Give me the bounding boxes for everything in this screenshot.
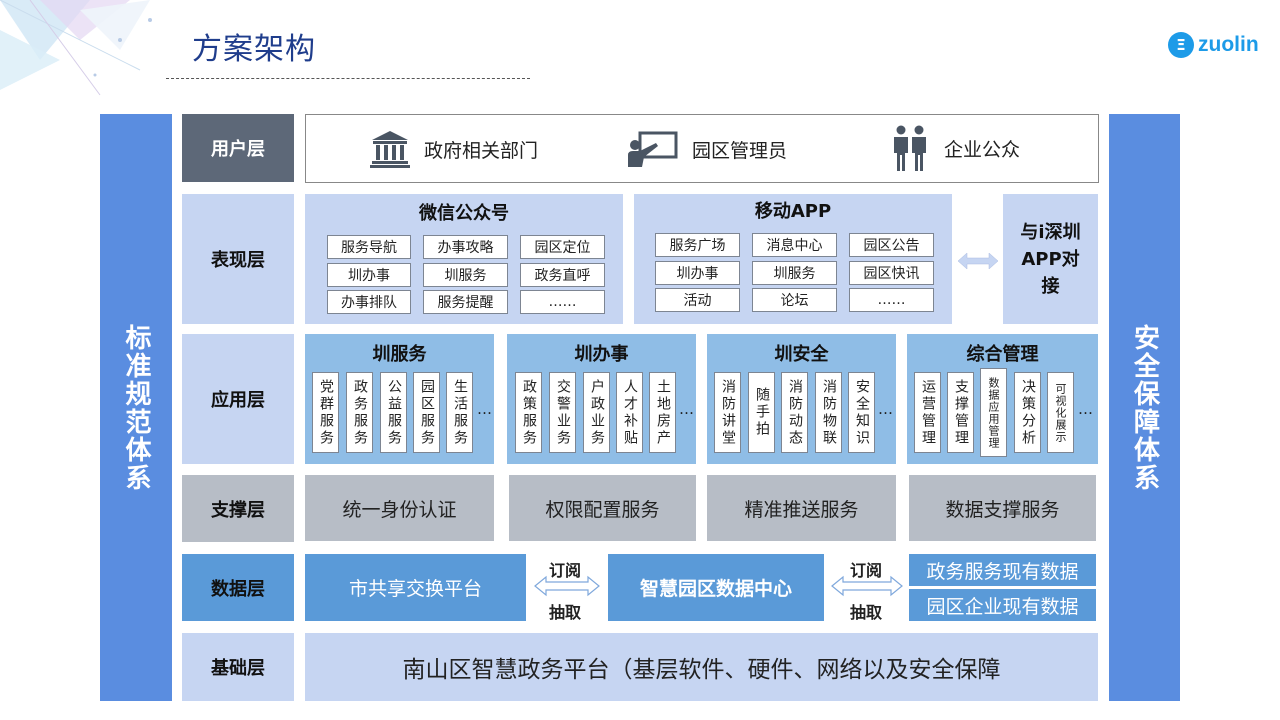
app-module[interactable]: 安全知识 xyxy=(848,372,875,453)
presenter-icon xyxy=(628,131,678,167)
extract-label: 抽取 xyxy=(850,603,883,622)
app-item[interactable]: 活动 xyxy=(655,288,740,312)
app-module[interactable]: 党群服务 xyxy=(312,372,339,453)
smart-park-data-center[interactable]: 智慧园区数据中心 xyxy=(608,554,824,621)
app-module[interactable]: 政策服务 xyxy=(515,372,542,453)
user-government-label: 政府相关部门 xyxy=(424,139,539,162)
app-module[interactable]: 生活服务 xyxy=(446,372,473,453)
wechat-item-more: …… xyxy=(520,290,605,314)
app-module[interactable]: 土地房产 xyxy=(649,372,676,453)
app-module[interactable]: 消防动态 xyxy=(781,372,808,453)
standards-system-bar: 标准规范体系 xyxy=(100,114,172,701)
app-module[interactable]: 交警业务 xyxy=(549,372,576,453)
app-item-more: …… xyxy=(849,288,934,312)
app-module[interactable]: 人才补贴 xyxy=(616,372,643,453)
layer-application: 应用层 xyxy=(182,334,294,464)
government-building-icon xyxy=(370,131,410,168)
brand-logo: Ξ zuolin xyxy=(1168,32,1259,58)
app-module[interactable]: 户政业务 xyxy=(583,372,610,453)
foundation-platform: 南山区智慧政务平台（基层软件、硬件、网络以及安全保障 xyxy=(305,633,1098,701)
app-item[interactable]: 园区快讯 xyxy=(849,261,934,285)
more-ellipsis: … xyxy=(1078,400,1093,418)
standards-system-label: 标准规范体系 xyxy=(121,323,151,492)
support-service[interactable]: 精准推送服务 xyxy=(707,475,896,541)
layer-support: 支撑层 xyxy=(182,475,294,542)
app-module[interactable]: 消防讲堂 xyxy=(714,372,741,453)
layer-data: 数据层 xyxy=(182,554,294,621)
app-module[interactable]: 政务服务 xyxy=(346,372,373,453)
app-module[interactable]: 可视化展示 xyxy=(1047,372,1074,453)
app-item[interactable]: 园区公告 xyxy=(849,233,934,257)
app-module[interactable]: 运营管理 xyxy=(914,372,941,453)
layer-presentation: 表现层 xyxy=(182,194,294,324)
city-exchange-platform[interactable]: 市共享交换平台 xyxy=(305,554,526,621)
user-enterprise-public-label: 企业公众 xyxy=(944,138,1021,161)
app-group-title: 综合管理 xyxy=(966,344,1039,365)
user-government: 政府相关部门 xyxy=(370,128,538,170)
corner-decoration xyxy=(0,0,152,96)
wechat-item[interactable]: 服务导航 xyxy=(327,235,411,259)
double-arrow-icon xyxy=(534,575,600,597)
more-ellipsis: … xyxy=(477,400,492,418)
park-enterprise-existing-data[interactable]: 园区企业现有数据 xyxy=(909,589,1096,621)
app-module[interactable]: 消防物联 xyxy=(815,372,842,453)
app-module[interactable]: 数据应用管理 xyxy=(980,368,1007,457)
wechat-item[interactable]: 服务提醒 xyxy=(423,290,508,314)
logo-text: zuolin xyxy=(1198,33,1259,56)
extract-label: 抽取 xyxy=(549,603,582,622)
more-ellipsis: … xyxy=(878,400,893,418)
app-group-title: 圳办事 xyxy=(574,344,629,365)
gov-service-existing-data[interactable]: 政务服务现有数据 xyxy=(909,554,1096,586)
user-enterprise-public: 企业公众 xyxy=(890,124,1020,172)
wechat-item[interactable]: 办事排队 xyxy=(327,290,411,314)
app-module[interactable]: 公益服务 xyxy=(380,372,407,453)
page-title: 方案架构 xyxy=(192,32,316,67)
layer-user: 用户层 xyxy=(182,114,294,182)
title-divider xyxy=(166,78,530,79)
app-module[interactable]: 随手拍 xyxy=(748,372,775,453)
layer-foundation: 基础层 xyxy=(182,633,294,701)
security-system-label: 安全保障体系 xyxy=(1129,323,1160,492)
support-service[interactable]: 权限配置服务 xyxy=(509,475,696,541)
app-module[interactable]: 决策分析 xyxy=(1014,372,1041,453)
app-group-title: 圳服务 xyxy=(372,344,427,365)
app-module[interactable]: 支撑管理 xyxy=(947,372,974,453)
double-arrow-icon xyxy=(958,252,998,270)
app-item[interactable]: 圳服务 xyxy=(752,261,837,285)
wechat-item[interactable]: 园区定位 xyxy=(520,235,605,259)
app-item[interactable]: 消息中心 xyxy=(752,233,837,257)
wechat-title: 微信公众号 xyxy=(419,203,509,224)
app-item[interactable]: 论坛 xyxy=(752,288,837,312)
support-service[interactable]: 统一身份认证 xyxy=(305,475,494,541)
more-ellipsis: … xyxy=(679,400,694,418)
people-icon xyxy=(894,125,926,171)
app-group-title: 圳安全 xyxy=(774,344,829,365)
wechat-item[interactable]: 圳服务 xyxy=(423,263,508,287)
logo-icon: Ξ xyxy=(1168,32,1194,58)
double-arrow-icon xyxy=(831,575,903,597)
security-system-bar: 安全保障体系 xyxy=(1109,114,1180,701)
wechat-item[interactable]: 政务直呼 xyxy=(520,263,605,287)
i-shenzhen-link-label: 与i深圳APP对接 xyxy=(1020,221,1081,297)
user-park-admin-label: 园区管理员 xyxy=(692,139,788,162)
i-shenzhen-link-panel: 与i深圳APP对接 xyxy=(1003,194,1098,324)
app-item[interactable]: 圳办事 xyxy=(655,261,740,285)
user-park-admin: 园区管理员 xyxy=(628,128,787,170)
app-module[interactable]: 园区服务 xyxy=(413,372,440,453)
app-item[interactable]: 服务广场 xyxy=(655,233,740,257)
wechat-item[interactable]: 圳办事 xyxy=(327,263,411,287)
support-service[interactable]: 数据支撑服务 xyxy=(909,475,1096,541)
wechat-item[interactable]: 办事攻略 xyxy=(423,235,508,259)
mobile-app-title: 移动APP xyxy=(754,201,832,222)
